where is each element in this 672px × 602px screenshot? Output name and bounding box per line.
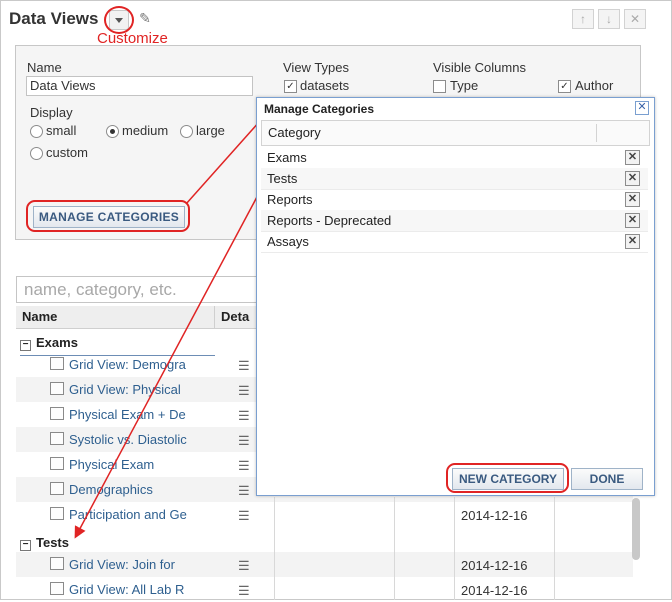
dialog-title: Manage Categories	[264, 102, 375, 116]
category-name[interactable]: Assays	[261, 234, 309, 249]
category-row-tests[interactable]: Tests ✕	[261, 168, 648, 190]
delete-x-icon[interactable]: ✕	[625, 150, 640, 165]
category-row-reports[interactable]: Reports ✕	[261, 189, 648, 211]
category-name[interactable]: Exams	[261, 150, 307, 165]
category-header-label: Category	[268, 125, 321, 140]
delete-x-icon[interactable]: ✕	[625, 213, 640, 228]
category-row-assays[interactable]: Assays ✕	[261, 231, 648, 253]
delete-x-icon[interactable]: ✕	[625, 234, 640, 249]
delete-x-icon[interactable]: ✕	[625, 192, 640, 207]
category-name[interactable]: Tests	[261, 171, 297, 186]
category-name[interactable]: Reports - Deprecated	[261, 213, 391, 228]
new-category-highlight-oval	[446, 463, 569, 493]
close-icon[interactable]: ✕	[635, 101, 649, 115]
category-column-header: Category	[261, 120, 650, 146]
manage-categories-dialog: Manage Categories ✕ Category Exams ✕ Test…	[256, 97, 655, 496]
delete-x-icon[interactable]: ✕	[625, 171, 640, 186]
category-row-reports-deprecated[interactable]: Reports - Deprecated ✕	[261, 210, 648, 232]
header-divider	[596, 124, 597, 142]
category-row-exams[interactable]: Exams ✕	[261, 147, 648, 169]
arrow-to-tests-group	[74, 179, 267, 539]
done-button[interactable]: DONE	[571, 468, 643, 490]
category-name[interactable]: Reports	[261, 192, 313, 207]
